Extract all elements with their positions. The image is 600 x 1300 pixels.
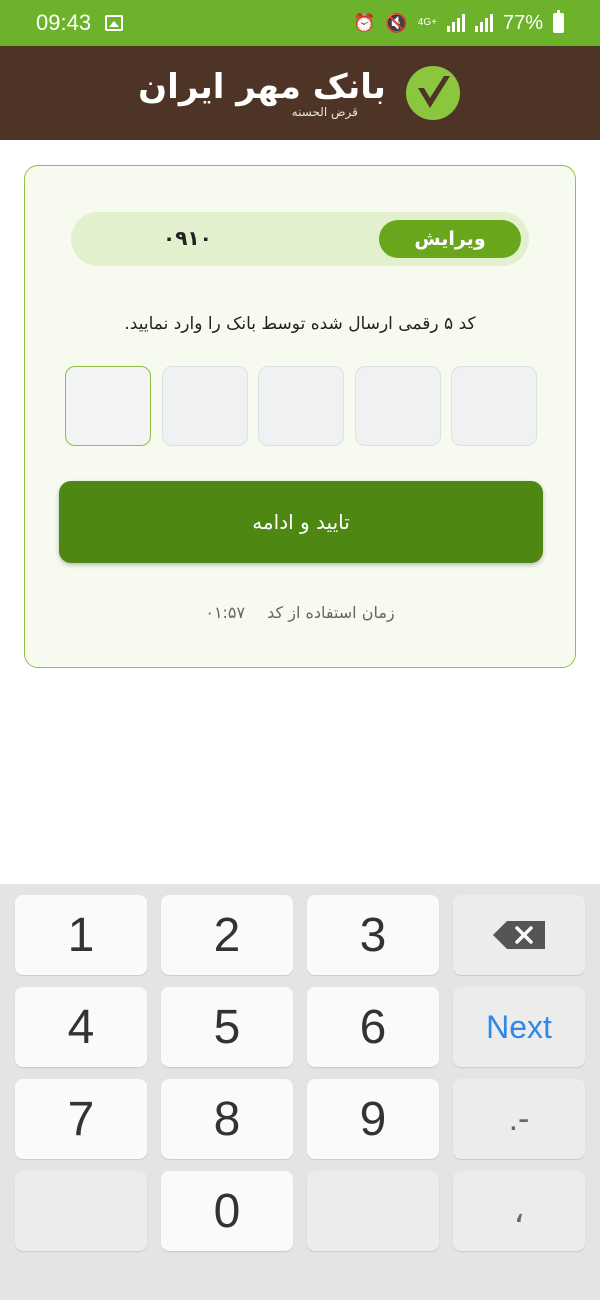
otp-digit-2[interactable] bbox=[354, 366, 441, 446]
battery-icon bbox=[553, 10, 564, 33]
alarm-icon: ⏰ bbox=[352, 13, 376, 33]
comma-key[interactable]: ، bbox=[453, 1171, 585, 1251]
otp-digit-1[interactable] bbox=[451, 366, 537, 446]
otp-card: ویرایش ۰۹۱۰ کد ۵ رقمی ارسال شده توسط بان… bbox=[24, 165, 576, 668]
network-type: 4G+ bbox=[417, 17, 437, 28]
code-timer: ۰۱:۵۷ زمان استفاده از کد bbox=[25, 603, 575, 622]
key-7[interactable]: 7 bbox=[15, 1079, 147, 1159]
battery-percent: 77% bbox=[502, 11, 543, 34]
phone-number: ۰۹۱۰ bbox=[163, 226, 212, 250]
numeric-keyboard: 1 2 3 4 5 6 Next 7 8 9 .- 0 ، bbox=[0, 884, 600, 1300]
dot-dash-key[interactable]: .- bbox=[453, 1079, 585, 1159]
otp-input-row bbox=[65, 366, 537, 446]
bank-name: بانک مهر ایران bbox=[138, 67, 386, 107]
phone-pill: ویرایش ۰۹۱۰ bbox=[71, 212, 529, 266]
confirm-button[interactable]: تایید و ادامه bbox=[59, 481, 543, 563]
key-8[interactable]: 8 bbox=[161, 1079, 293, 1159]
otp-digit-5[interactable] bbox=[65, 366, 151, 446]
bank-subtitle: قرض الحسنه bbox=[291, 105, 358, 119]
image-notification-icon bbox=[105, 15, 124, 31]
key-0[interactable]: 0 bbox=[161, 1171, 293, 1251]
timer-label: زمان استفاده از کد bbox=[267, 603, 395, 622]
backspace-icon bbox=[493, 921, 545, 949]
status-time: 09:43 bbox=[36, 10, 92, 35]
next-key[interactable]: Next bbox=[453, 987, 585, 1067]
signal-icon bbox=[446, 14, 465, 32]
key-2[interactable]: 2 bbox=[161, 895, 293, 975]
key-3[interactable]: 3 bbox=[307, 895, 439, 975]
mute-icon: 🔇 bbox=[385, 13, 408, 33]
key-5[interactable]: 5 bbox=[161, 987, 293, 1067]
otp-instruction: کد ۵ رقمی ارسال شده توسط بانک را وارد نم… bbox=[124, 314, 476, 334]
key-9[interactable]: 9 bbox=[307, 1079, 439, 1159]
blank-key[interactable] bbox=[15, 1171, 147, 1251]
key-6[interactable]: 6 bbox=[307, 987, 439, 1067]
otp-digit-3[interactable] bbox=[258, 366, 344, 446]
otp-digit-4[interactable] bbox=[161, 366, 248, 446]
space-key[interactable] bbox=[307, 1171, 439, 1251]
key-1[interactable]: 1 bbox=[15, 895, 147, 975]
bank-logo-text: بانک مهر ایران قرض الحسنه bbox=[138, 68, 386, 118]
app-header: بانک مهر ایران قرض الحسنه bbox=[0, 46, 600, 140]
key-4[interactable]: 4 bbox=[15, 987, 147, 1067]
status-bar: 09:43 ⏰ 🔇 4G+ 77% bbox=[0, 0, 600, 46]
signal-2-icon bbox=[474, 14, 493, 32]
status-indicators: ⏰ 🔇 4G+ 77% bbox=[352, 10, 564, 35]
edit-button[interactable]: ویرایش bbox=[379, 220, 521, 258]
backspace-key[interactable] bbox=[453, 895, 585, 975]
bank-logo-icon bbox=[405, 66, 460, 120]
timer-value: ۰۱:۵۷ bbox=[205, 603, 246, 622]
